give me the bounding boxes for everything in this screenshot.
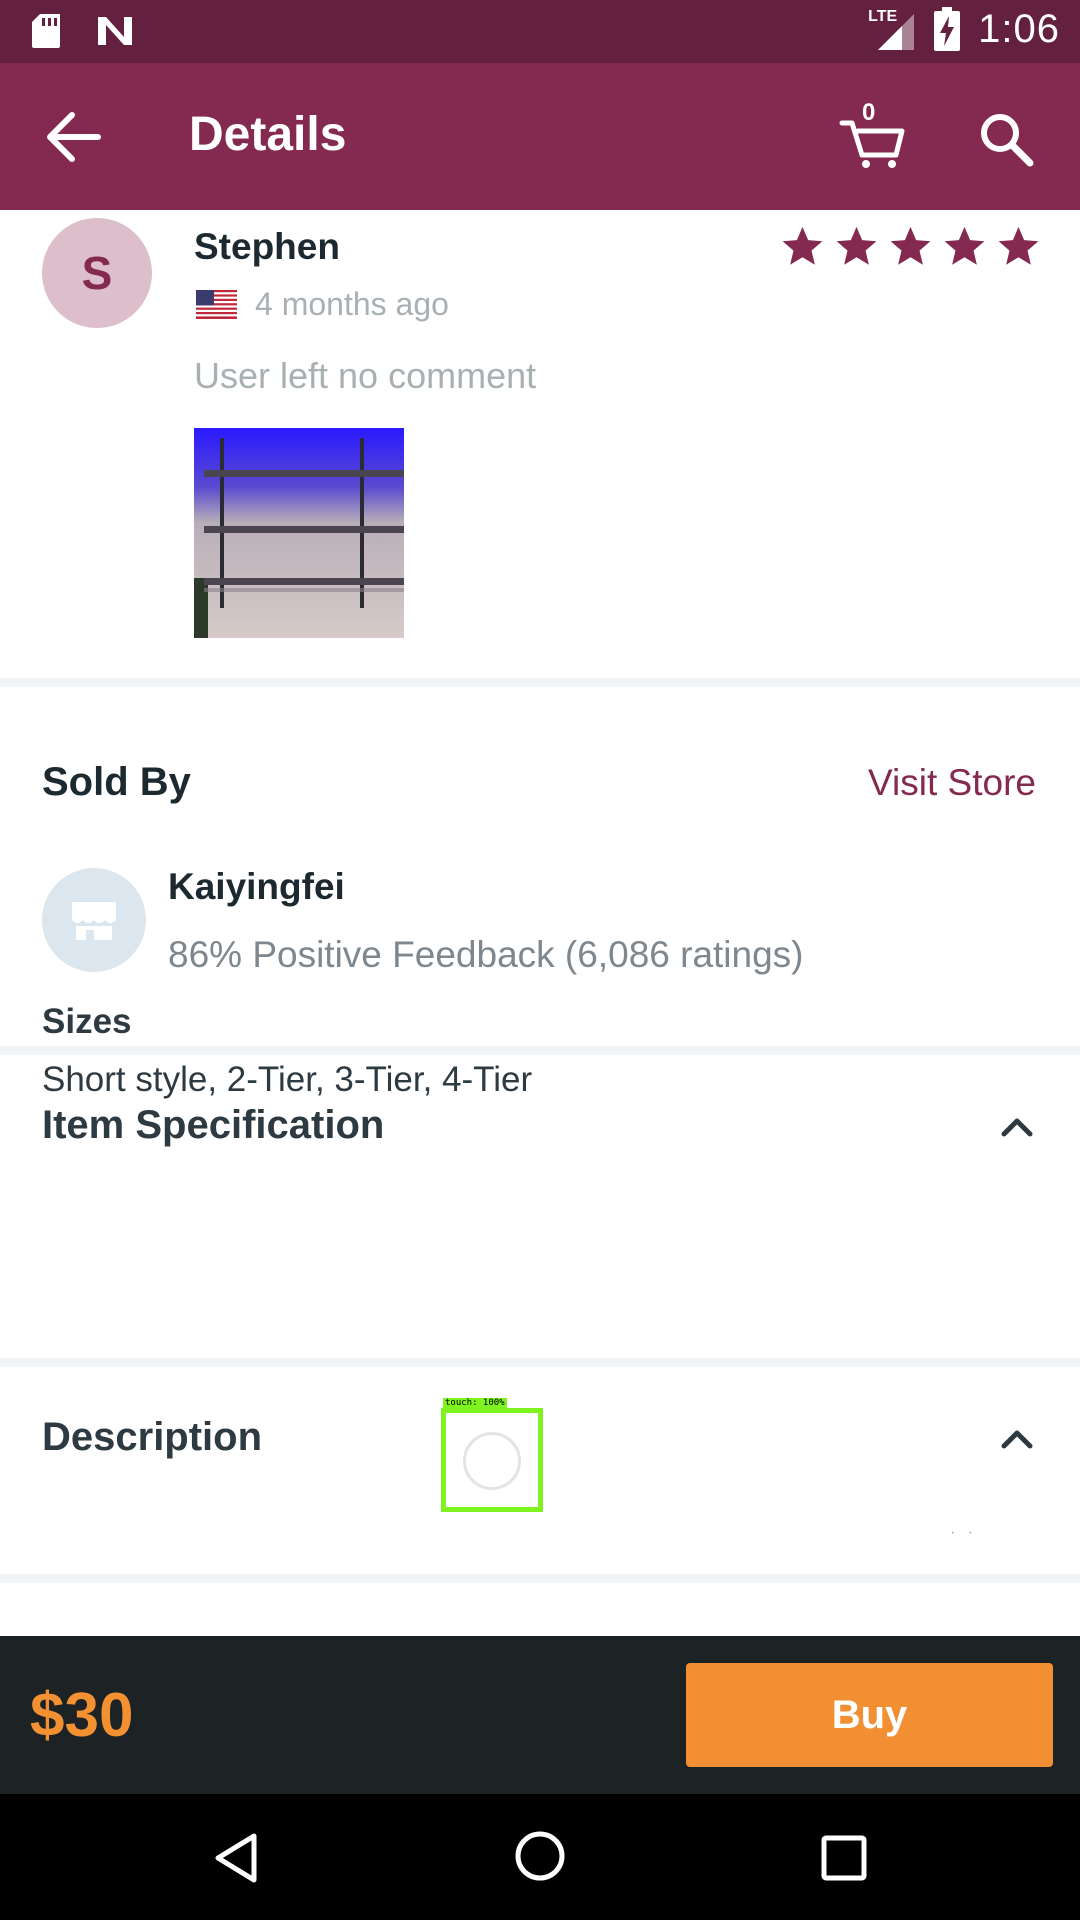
sd-card-icon [32,14,60,48]
item-spec-title[interactable]: Item Specification [42,1103,384,1148]
app-bar: Details 0 [0,63,1080,210]
section-divider [0,1574,1080,1583]
reviewer-name: Stephen [194,226,340,267]
n-notification-icon [98,17,132,45]
storefront-icon [72,902,116,940]
review-photo[interactable] [194,428,404,638]
star-icon [998,226,1039,265]
us-flag-icon [196,290,237,319]
battery-charging-icon [934,7,961,51]
section-divider [0,678,1080,687]
section-divider [0,1358,1080,1367]
star-icon [944,226,985,265]
signal-icon: LTE [868,6,916,52]
chevron-up-icon[interactable] [996,1106,1038,1148]
chevron-up-icon[interactable] [996,1418,1038,1460]
clock: 1:06 [978,6,1060,51]
page-title: Details [189,108,347,161]
review-time: 4 months ago [255,286,449,322]
recents-nav-icon[interactable] [816,1830,872,1886]
sold-by-title: Sold By [42,760,191,804]
back-nav-icon[interactable] [208,1830,264,1886]
store-feedback: 86% Positive Feedback (6,086 ratings) [168,934,804,975]
store-name[interactable]: Kaiyingfei [168,866,345,908]
buy-button[interactable]: Buy [686,1663,1053,1767]
search-icon[interactable] [978,111,1034,167]
cart-count-badge: 0 [862,99,876,126]
loading-dots: · · [950,1524,978,1541]
star-icon [836,226,877,265]
review-rating [780,224,1041,269]
reviewer-avatar: S [42,218,152,328]
touch-indicator-label: touch: 100% [443,1398,507,1408]
description-title[interactable]: Description [42,1415,262,1460]
price: $30 [30,1681,134,1750]
section-divider [0,1046,1080,1055]
visit-store-link[interactable]: Visit Store [868,762,1036,804]
status-bar: LTE 1:06 [0,0,1080,63]
home-nav-icon[interactable] [512,1828,568,1884]
navigation-bar [0,1794,1080,1920]
star-icon [890,226,931,265]
star-icon [782,226,823,265]
review-comment: User left no comment [194,355,537,396]
back-arrow-icon[interactable] [44,111,104,163]
spec-label: Sizes [42,1002,132,1041]
spec-value: Short style, 2-Tier, 3-Tier, 4-Tier [42,1060,533,1099]
touch-point [463,1432,521,1490]
bottom-bar: $30 Buy [0,1636,1080,1794]
store-logo[interactable] [42,868,146,972]
